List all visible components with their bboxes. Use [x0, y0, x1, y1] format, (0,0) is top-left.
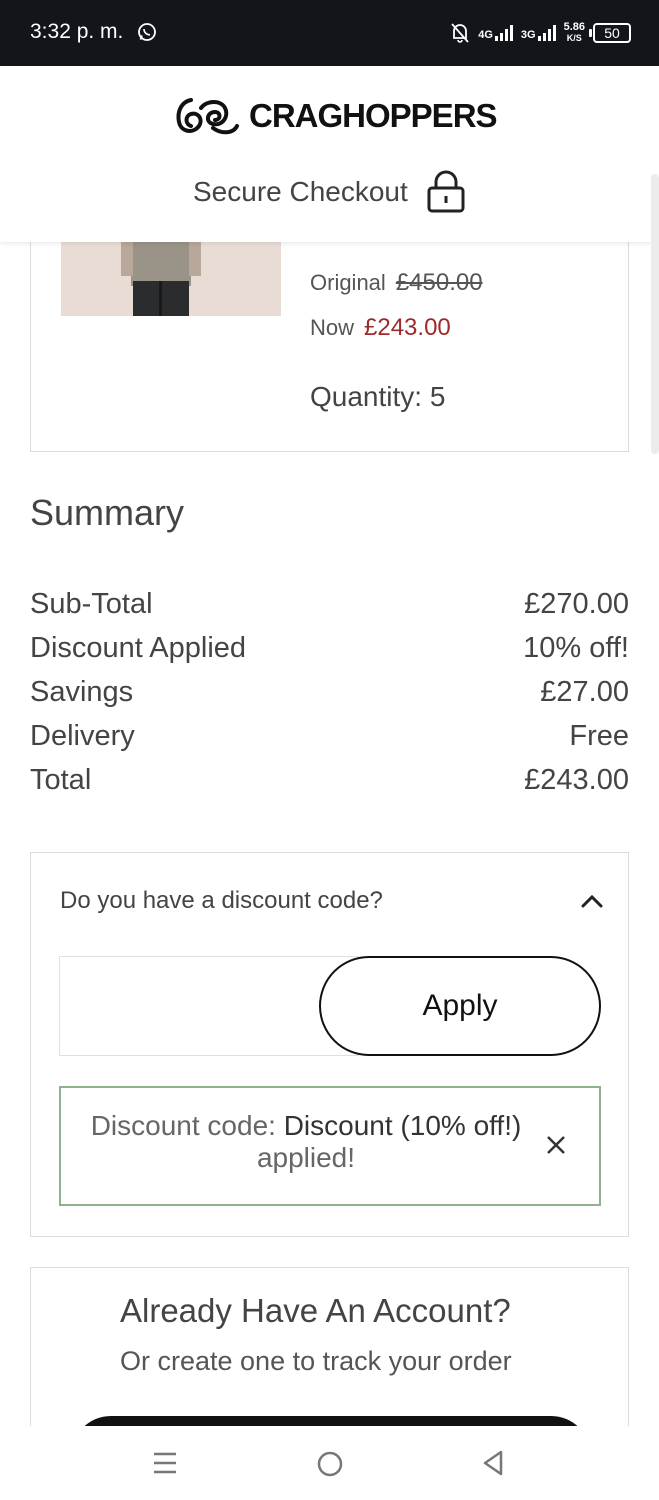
summary-value: 10% off!: [523, 632, 629, 664]
summary-title: Summary: [30, 492, 185, 533]
secure-checkout-label: Secure Checkout: [193, 176, 408, 207]
system-nav-bar: [0, 1426, 659, 1500]
net-label-1: 4G: [478, 29, 493, 41]
summary-row-savings: Savings £27.00: [30, 676, 629, 716]
net-label-2: 3G: [520, 29, 536, 41]
summary-value: £270.00: [524, 588, 629, 620]
bell-off-icon: [451, 23, 469, 43]
applied-suffix: applied!: [256, 1142, 356, 1173]
home-icon[interactable]: [316, 1450, 344, 1478]
summary-row-delivery: Delivery Free: [30, 720, 629, 760]
summary-row-total: Total £243.00: [30, 764, 629, 804]
now-label: Now: [310, 315, 355, 340]
now-price: £243.00: [364, 314, 451, 341]
summary-value: £243.00: [524, 764, 629, 796]
discount-code-panel: Do you have a discount code? Apply Disco…: [30, 852, 629, 1237]
signal-4g: 4G: [478, 25, 513, 41]
applied-code: Discount (10% off!): [283, 1110, 522, 1141]
summary-value: £27.00: [540, 676, 629, 708]
product-image[interactable]: [61, 231, 281, 316]
original-label: Original: [310, 270, 386, 295]
recent-apps-icon[interactable]: [152, 1450, 178, 1476]
summary-label: Total: [30, 764, 92, 796]
chevron-up-icon[interactable]: [580, 893, 604, 909]
product-photo: [61, 231, 281, 316]
original-price: £450.00: [395, 269, 483, 296]
brand-logo[interactable]: CRAGHOPPERS: [173, 94, 498, 138]
discount-code-input[interactable]: [59, 956, 359, 1056]
speed-unit: K/S: [566, 33, 582, 43]
applied-discount-notice: Discount code: Discount (10% off!) appli…: [59, 1086, 601, 1206]
summary-row-subtotal: Sub-Total £270.00: [30, 588, 629, 628]
battery-icon: 50: [589, 23, 631, 43]
signal-bars-icon: [494, 25, 513, 41]
back-icon[interactable]: [481, 1449, 505, 1477]
scrollbar[interactable]: [651, 174, 659, 454]
secure-checkout: Secure Checkout: [193, 170, 466, 214]
signal-bars-icon: [537, 25, 556, 41]
lock-icon: [427, 170, 465, 213]
whatsapp-icon: [138, 23, 156, 41]
apply-button[interactable]: Apply: [319, 956, 601, 1056]
applied-prefix: Discount code:: [90, 1110, 284, 1141]
summary-row-discount: Discount Applied 10% off!: [30, 632, 629, 672]
status-time: 3:32 p. m.: [30, 20, 124, 43]
signal-3g: 3G: [521, 25, 556, 41]
summary-label: Sub-Total: [30, 588, 153, 620]
summary-label: Delivery: [30, 720, 135, 752]
original-price-row: Original £450.00: [310, 269, 483, 297]
close-icon[interactable]: [545, 1134, 567, 1156]
status-icons: 4G 3G 5.86 K/S 50: [450, 18, 631, 48]
summary-label: Savings: [30, 676, 134, 708]
discount-toggle-label[interactable]: Do you have a discount code?: [60, 887, 383, 915]
applied-discount-text: Discount code: Discount (10% off!) appli…: [71, 1110, 541, 1174]
net-speed: 5.86 K/S: [564, 22, 585, 44]
quantity: Quantity: 5: [310, 381, 446, 412]
summary-label: Discount Applied: [30, 632, 247, 664]
checkout-header: CRAGHOPPERS Secure Checkout: [0, 66, 659, 242]
status-bar: 3:32 p. m. 4G 3G 5.86 K/S 50: [0, 0, 659, 66]
account-subtitle: Or create one to track your order: [120, 1346, 512, 1376]
brand-name: CRAGHOPPERS: [249, 97, 498, 134]
account-title: Already Have An Account?: [120, 1292, 511, 1329]
now-price-row: Now £243.00: [310, 314, 451, 342]
speed-value: 5.86: [563, 21, 585, 33]
craghoppers-logo-icon: [176, 98, 239, 135]
summary-value: Free: [569, 720, 629, 752]
